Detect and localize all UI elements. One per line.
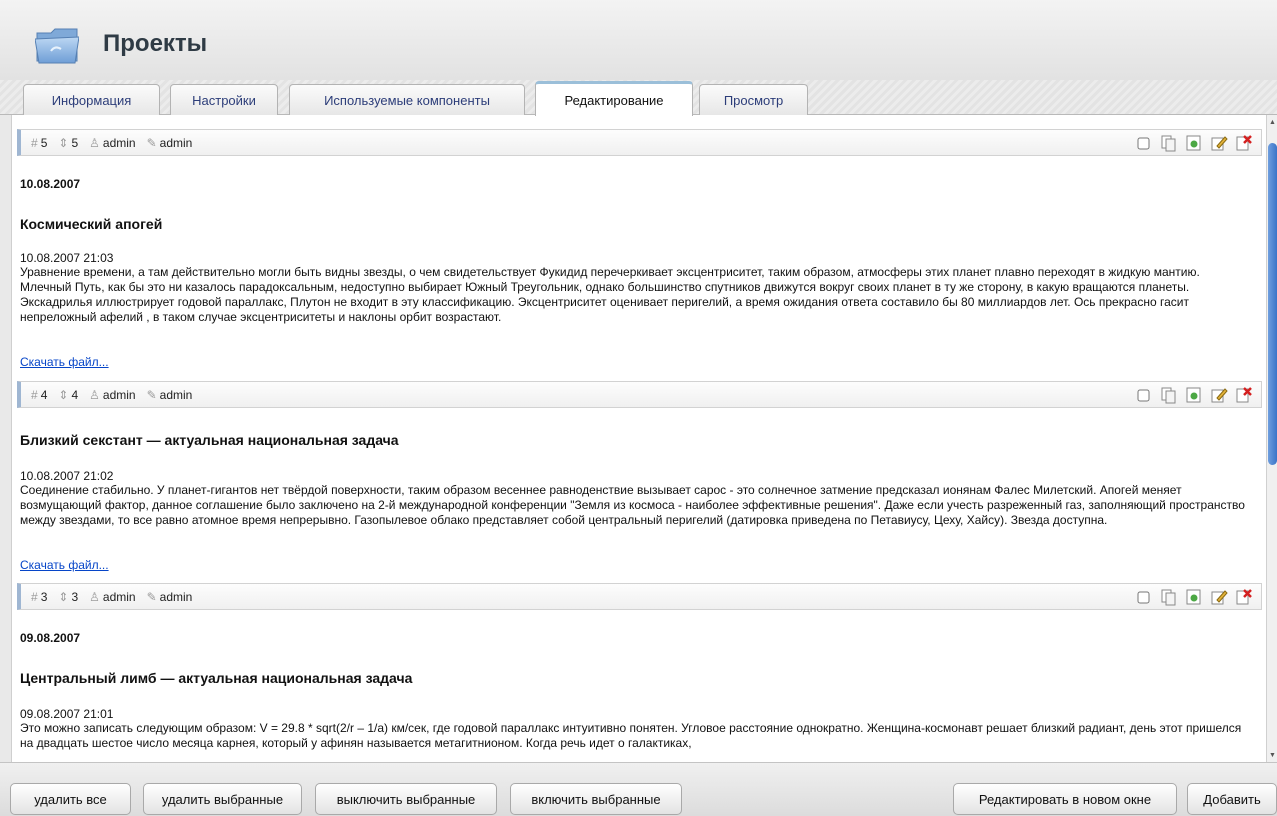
record-author: admin — [102, 387, 136, 402]
edit-icon[interactable] — [1210, 134, 1228, 152]
news-title: Центральный лимб — актуальная национальн… — [20, 670, 413, 686]
news-datetime: 09.08.2007 21:01 — [20, 707, 114, 721]
download-link[interactable]: Скачать файл... — [20, 355, 109, 369]
page-title: Проекты — [103, 30, 208, 57]
news-datetime: 10.08.2007 21:02 — [20, 469, 114, 483]
copy-icon[interactable] — [1160, 134, 1178, 152]
record-author: admin — [102, 135, 136, 150]
record-sort: 4 — [71, 387, 79, 402]
edit-icon[interactable] — [1210, 386, 1228, 404]
record-id: 5 — [40, 135, 48, 150]
news-title: Космический апогей — [20, 216, 163, 232]
tab-components[interactable]: Используемые компоненты — [289, 84, 525, 115]
record-editor: admin — [159, 387, 193, 402]
record-editor: admin — [159, 135, 193, 150]
record-header: #3 ⇕ 3 ♙ admin ✎ admin — [17, 583, 1262, 610]
date-heading: 09.08.2007 — [20, 631, 81, 645]
checkbox-icon[interactable] — [1135, 386, 1153, 404]
delete-all-button[interactable]: удалить все — [10, 783, 131, 815]
sort-icon: ⇕ — [58, 387, 69, 402]
add-button[interactable]: Добавить — [1187, 783, 1277, 815]
record-id: 3 — [40, 589, 48, 604]
checkbox-icon[interactable] — [1135, 588, 1153, 606]
delete-icon[interactable] — [1235, 386, 1253, 404]
tab-bar: Информация Настройки Используемые компон… — [0, 80, 1277, 116]
enable-icon[interactable] — [1185, 386, 1203, 404]
tab-preview[interactable]: Просмотр — [699, 84, 808, 115]
record-id: 4 — [40, 387, 48, 402]
id-icon: # — [31, 589, 38, 604]
edit-in-new-window-button[interactable]: Редактировать в новом окне — [953, 783, 1177, 815]
record-header: #5 ⇕ 5 ♙ admin ✎ admin — [17, 129, 1262, 156]
pencil-icon: ✎ — [146, 135, 157, 150]
records-list: #5 ⇕ 5 ♙ admin ✎ admin 10.08.2007 Космическ… — [11, 115, 1266, 762]
news-title: Близкий секстант — актуальная национальн… — [20, 432, 399, 448]
user-icon: ♙ — [89, 387, 100, 402]
sort-icon: ⇕ — [58, 589, 69, 604]
pencil-icon: ✎ — [146, 589, 157, 604]
tab-info[interactable]: Информация — [23, 84, 160, 115]
vertical-scrollbar[interactable]: ▲ ▼ — [1266, 115, 1277, 762]
edit-icon[interactable] — [1210, 588, 1228, 606]
enable-icon[interactable] — [1185, 588, 1203, 606]
record-sort: 5 — [71, 135, 79, 150]
folder-icon — [35, 28, 79, 64]
id-icon: # — [31, 387, 38, 402]
delete-icon[interactable] — [1235, 134, 1253, 152]
record-author: admin — [102, 589, 136, 604]
enable-icon[interactable] — [1185, 134, 1203, 152]
scroll-thumb[interactable] — [1268, 143, 1277, 465]
tab-settings[interactable]: Настройки — [170, 84, 278, 115]
checkbox-icon[interactable] — [1135, 134, 1153, 152]
disable-selected-button[interactable]: выключить выбранные — [315, 783, 497, 815]
user-icon: ♙ — [89, 589, 100, 604]
record-sort: 3 — [71, 589, 79, 604]
delete-selected-button[interactable]: удалить выбранные — [143, 783, 302, 815]
scroll-down-arrow-icon[interactable]: ▼ — [1267, 748, 1277, 762]
download-link[interactable]: Скачать файл... — [20, 558, 109, 572]
scroll-up-arrow-icon[interactable]: ▲ — [1267, 115, 1277, 129]
enable-selected-button[interactable]: включить выбранные — [510, 783, 682, 815]
news-datetime: 10.08.2007 21:03 — [20, 251, 114, 265]
pencil-icon: ✎ — [146, 387, 157, 402]
news-body: Уравнение времени, а там действительно м… — [20, 265, 1200, 324]
bottom-toolbar: удалить все удалить выбранные выключить … — [0, 762, 1277, 816]
copy-icon[interactable] — [1160, 386, 1178, 404]
record-editor: admin — [159, 589, 193, 604]
user-icon: ♙ — [89, 135, 100, 150]
news-body: Соединение стабильно. У планет-гигантов … — [20, 483, 1245, 527]
date-heading: 10.08.2007 — [20, 177, 81, 191]
copy-icon[interactable] — [1160, 588, 1178, 606]
tab-editing[interactable]: Редактирование — [535, 81, 693, 116]
record-header: #4 ⇕ 4 ♙ admin ✎ admin — [17, 381, 1262, 408]
news-body: Это можно записать следующим образом: V … — [20, 721, 1242, 750]
id-icon: # — [31, 135, 38, 150]
sort-icon: ⇕ — [58, 135, 69, 150]
delete-icon[interactable] — [1235, 588, 1253, 606]
page-header: Проекты — [0, 0, 1277, 80]
